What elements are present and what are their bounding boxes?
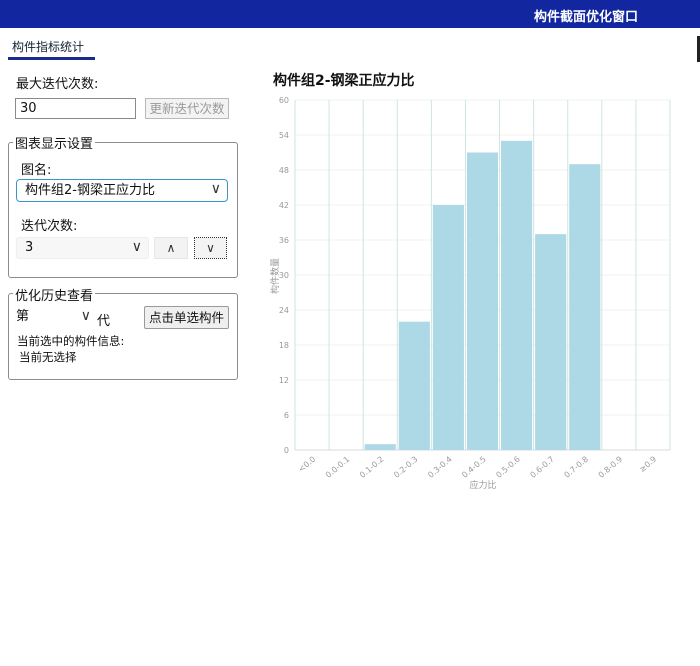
- bar-0.3-0.4: [432, 205, 464, 450]
- iteration-count-label: 迭代次数:: [21, 219, 78, 234]
- x-tick-label: 0.5-0.6: [494, 455, 521, 480]
- selected-info-label: 当前选中的构件信息:: [17, 334, 125, 348]
- bar-0.1-0.2: [364, 444, 396, 450]
- y-tick-label: 6: [284, 411, 289, 420]
- tab-component-stats[interactable]: 构件指标统计: [8, 38, 88, 55]
- y-tick-label: 36: [279, 236, 289, 245]
- y-tick-label: 24: [279, 306, 289, 315]
- x-tick-label: 0.4-0.5: [460, 455, 487, 480]
- chart-title: 构件组2-钢梁正应力比: [273, 72, 415, 89]
- y-tick-label: 18: [279, 341, 289, 350]
- bar-0.2-0.3: [398, 321, 430, 450]
- active-tab-indicator: [8, 57, 95, 60]
- y-tick-label: 0: [284, 446, 289, 455]
- generation-prefix: 第: [16, 309, 30, 324]
- bar-0.7-0.8: [569, 164, 601, 450]
- iteration-up-button[interactable]: ∧: [154, 237, 188, 259]
- bar-0.4-0.5: [466, 152, 499, 450]
- y-tick-label: 54: [279, 131, 289, 140]
- generation-dropdown[interactable]: 第 ∨: [13, 307, 95, 328]
- history-title: 优化历史查看: [13, 285, 96, 304]
- chevron-down-icon: ∨: [80, 308, 91, 324]
- max-iterations-label: 最大迭代次数:: [16, 77, 99, 92]
- window-title: 构件截面优化窗口: [533, 10, 638, 25]
- y-tick-label: 60: [279, 96, 289, 105]
- max-iterations-input[interactable]: 30: [15, 98, 136, 119]
- x-tick-label: 0.1-0.2: [358, 455, 385, 480]
- x-axis-label: 应力比: [469, 479, 496, 491]
- x-tick-label: ≥0.9: [638, 455, 659, 474]
- select-component-button[interactable]: 点击单选构件: [144, 306, 229, 329]
- generation-suffix: 代: [97, 314, 111, 329]
- x-tick-label: 0.3-0.4: [426, 455, 453, 480]
- y-tick-label: 42: [279, 201, 289, 210]
- y-tick-label: 48: [279, 166, 289, 175]
- chart-name-value: 构件组2-钢梁正应力比: [25, 183, 155, 198]
- x-tick-label: 0.2-0.3: [392, 455, 419, 480]
- selected-info-value: 当前无选择: [19, 350, 77, 364]
- chart-name-label: 图名:: [21, 163, 52, 178]
- x-tick-label: 0.6-0.7: [528, 455, 555, 480]
- chevron-down-icon: ∨: [210, 181, 221, 197]
- y-tick-label: 12: [279, 376, 289, 385]
- bar-0.6-0.7: [535, 234, 567, 450]
- tab-strip: 构件指标统计: [0, 36, 700, 60]
- stress-ratio-chart: 构件组2-钢梁正应力比 06121824303642485460<0.0 0.0-…: [270, 72, 671, 491]
- x-tick-label: <0.0: [297, 455, 318, 474]
- y-axis-label: 构件数量: [270, 258, 281, 294]
- iteration-down-button[interactable]: ∨: [194, 237, 227, 259]
- iteration-count-dropdown[interactable]: 3 ∨: [16, 237, 149, 259]
- x-tick-label: 0.7-0.8: [563, 455, 590, 480]
- x-tick-label: 0.8-0.9: [597, 455, 624, 480]
- x-tick-label: 0.0-0.1: [324, 455, 351, 480]
- chevron-down-icon: ∨: [131, 239, 142, 255]
- chart-settings-title: 图表显示设置: [13, 133, 96, 152]
- update-iterations-button[interactable]: 更新迭代次数: [145, 98, 229, 119]
- iteration-count-value: 3: [25, 240, 34, 255]
- bar-0.5-0.6: [501, 140, 533, 450]
- title-bar: 构件截面优化窗口: [0, 0, 700, 28]
- chart-name-dropdown[interactable]: 构件组2-钢梁正应力比 ∨: [16, 179, 228, 202]
